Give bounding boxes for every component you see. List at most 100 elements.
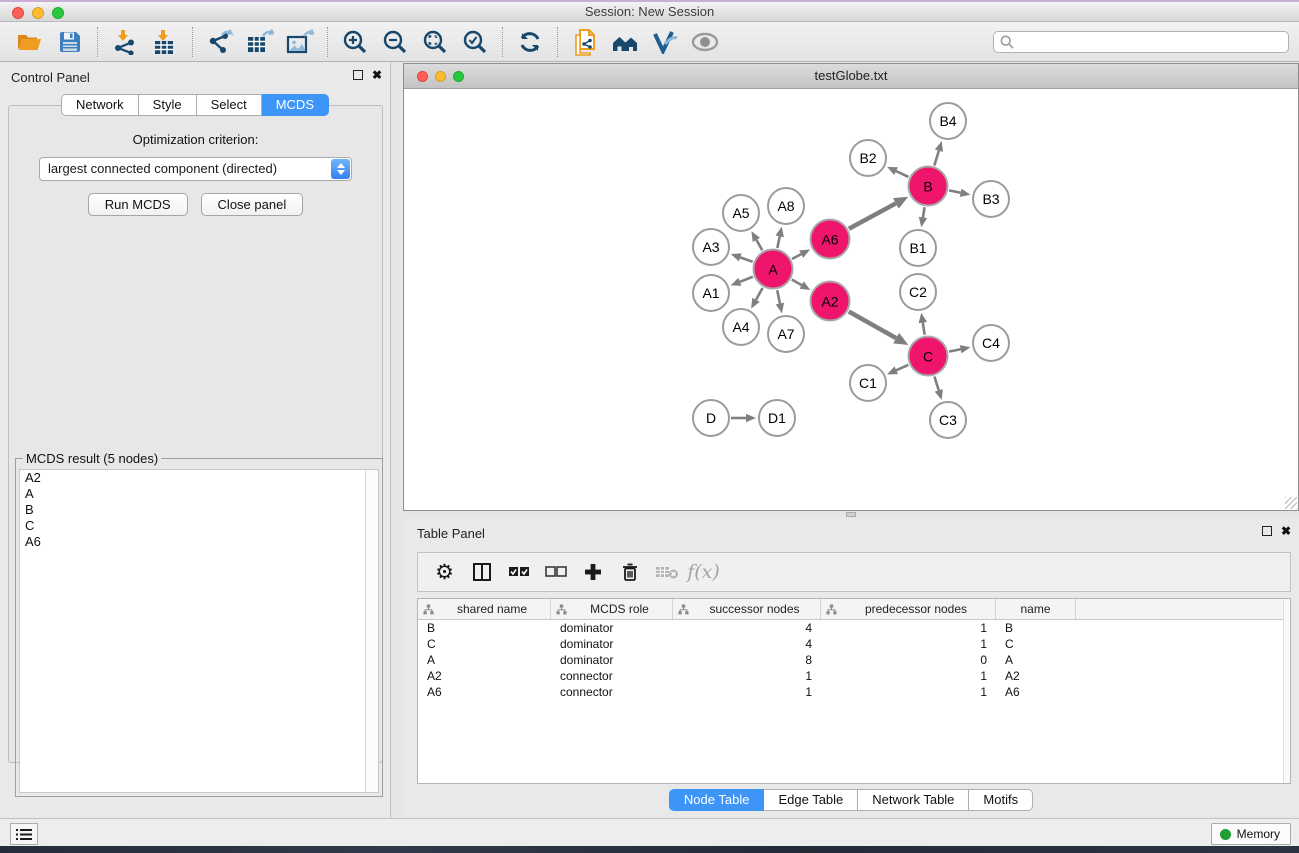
mcds-result-item[interactable]: C — [20, 518, 378, 534]
table-row[interactable]: A2connector11A2 — [418, 668, 1290, 684]
mcds-result-item[interactable]: A2 — [20, 470, 378, 486]
graph-node-B3[interactable]: B3 — [972, 180, 1010, 218]
minimize-network-window-button[interactable] — [435, 71, 446, 82]
save-session-button[interactable] — [50, 25, 90, 59]
column-header-predecessor-nodes[interactable]: predecessor nodes — [821, 599, 996, 619]
refresh-layout-button[interactable] — [510, 25, 550, 59]
minimize-window-button[interactable] — [32, 7, 44, 19]
function-builder-button[interactable]: f(x) — [685, 556, 722, 588]
graph-node-C[interactable]: C — [908, 336, 949, 377]
tab-motifs[interactable]: Motifs — [969, 789, 1033, 811]
run-mcds-button[interactable]: Run MCDS — [88, 193, 188, 216]
tab-style[interactable]: Style — [139, 94, 197, 116]
table-cell: 1 — [821, 684, 996, 700]
splitter-handle-icon[interactable] — [846, 512, 856, 517]
zoom-in-button[interactable] — [335, 25, 375, 59]
criterion-dropdown[interactable]: largest connected component (directed) — [39, 157, 352, 181]
delete-table-button[interactable] — [648, 556, 685, 588]
graph-node-B2[interactable]: B2 — [849, 139, 887, 177]
table-row[interactable]: Cdominator41C — [418, 636, 1290, 652]
resize-grip-icon[interactable] — [1285, 497, 1297, 509]
network-window-titlebar[interactable]: testGlobe.txt — [404, 64, 1298, 89]
export-table-button[interactable] — [240, 25, 280, 59]
close-network-window-button[interactable] — [417, 71, 428, 82]
graph-node-C4[interactable]: C4 — [972, 324, 1010, 362]
graph-node-C2[interactable]: C2 — [899, 273, 937, 311]
graph-node-A1[interactable]: A1 — [692, 274, 730, 312]
table-panel: Table Panel ✖ ⚙ — [403, 518, 1299, 816]
session-title: Session: New Session — [0, 2, 1299, 22]
graph-node-D1[interactable]: D1 — [758, 399, 796, 437]
import-table-button[interactable] — [145, 25, 185, 59]
graph-node-C1[interactable]: C1 — [849, 364, 887, 402]
mcds-result-item[interactable]: B — [20, 502, 378, 518]
graph-node-A6[interactable]: A6 — [810, 219, 851, 260]
graph-node-A5[interactable]: A5 — [722, 194, 760, 232]
column-header-successor-nodes[interactable]: successor nodes — [673, 599, 821, 619]
float-panel-icon[interactable] — [353, 70, 363, 80]
table-settings-button[interactable]: ⚙ — [426, 556, 463, 588]
show-graphics-details-button[interactable] — [645, 25, 685, 59]
memory-button[interactable]: Memory — [1211, 823, 1291, 845]
maximize-network-window-button[interactable] — [453, 71, 464, 82]
export-image-button[interactable] — [280, 25, 320, 59]
table-cell: B — [418, 620, 551, 636]
table-row[interactable]: A6connector11A6 — [418, 684, 1290, 700]
create-column-button[interactable] — [574, 556, 611, 588]
maximize-window-button[interactable] — [52, 7, 64, 19]
tab-select[interactable]: Select — [197, 94, 262, 116]
task-history-button[interactable] — [10, 823, 38, 845]
close-panel-icon[interactable]: ✖ — [372, 70, 382, 80]
close-window-button[interactable] — [12, 7, 24, 19]
graph-node-C3[interactable]: C3 — [929, 401, 967, 439]
first-neighbors-button[interactable] — [605, 25, 645, 59]
select-all-rows-button[interactable] — [500, 556, 537, 588]
tab-node-table[interactable]: Node Table — [669, 789, 765, 811]
table-row[interactable]: Bdominator41B — [418, 620, 1290, 636]
search-input[interactable] — [1014, 35, 1282, 49]
deselect-all-rows-button[interactable] — [537, 556, 574, 588]
delete-columns-button[interactable] — [611, 556, 648, 588]
horizontal-splitter[interactable] — [403, 511, 1299, 518]
graph-node-A3[interactable]: A3 — [692, 228, 730, 266]
graph-node-A7[interactable]: A7 — [767, 315, 805, 353]
import-network-button[interactable] — [105, 25, 145, 59]
mcds-result-item[interactable]: A — [20, 486, 378, 502]
column-header-shared-name[interactable]: shared name — [418, 599, 551, 619]
table-panel-title: Table Panel — [417, 526, 485, 541]
table-row[interactable]: Adominator80A — [418, 652, 1290, 668]
graph-node-B[interactable]: B — [908, 166, 949, 207]
graph-node-B4[interactable]: B4 — [929, 102, 967, 140]
column-header-mcds-role[interactable]: MCDS role — [551, 599, 673, 619]
open-session-button[interactable] — [10, 25, 50, 59]
graph-node-A8[interactable]: A8 — [767, 187, 805, 225]
toggle-bird-eye-button[interactable] — [685, 25, 725, 59]
table-scrollbar[interactable] — [1283, 599, 1290, 783]
graph-node-D[interactable]: D — [692, 399, 730, 437]
zoom-out-button[interactable] — [375, 25, 415, 59]
graph-node-A[interactable]: A — [753, 249, 794, 290]
network-canvas[interactable]: B4 B2 B B3 A8A5 A6 A3 B1 A C2 A1 A2 A4A7 C4 C C1 D D1 C3 — [404, 89, 1298, 510]
tab-network[interactable]: Network — [61, 94, 139, 116]
table-cell-filler — [1076, 620, 1290, 636]
graph-node-B1[interactable]: B1 — [899, 229, 937, 267]
result-scrollbar[interactable] — [365, 470, 378, 792]
show-columns-button[interactable] — [463, 556, 500, 588]
new-network-from-selection-button[interactable] — [565, 25, 605, 59]
column-header-name[interactable]: name — [996, 599, 1076, 619]
mcds-result-list[interactable]: A2ABCA6 — [19, 469, 379, 793]
close-table-panel-icon[interactable]: ✖ — [1281, 526, 1291, 536]
zoom-fit-button[interactable] — [415, 25, 455, 59]
float-table-panel-icon[interactable] — [1262, 526, 1272, 536]
graph-node-A2[interactable]: A2 — [810, 281, 851, 322]
graph-node-A4[interactable]: A4 — [722, 308, 760, 346]
tab-network-table[interactable]: Network Table — [858, 789, 969, 811]
close-panel-button[interactable]: Close panel — [201, 193, 304, 216]
export-network-button[interactable] — [200, 25, 240, 59]
zoom-selected-button[interactable] — [455, 25, 495, 59]
mcds-result-item[interactable]: A6 — [20, 534, 378, 550]
tab-edge-table[interactable]: Edge Table — [764, 789, 858, 811]
table-cell-filler — [1076, 684, 1290, 700]
tab-mcds[interactable]: MCDS — [262, 94, 329, 116]
window-controls — [12, 7, 64, 19]
